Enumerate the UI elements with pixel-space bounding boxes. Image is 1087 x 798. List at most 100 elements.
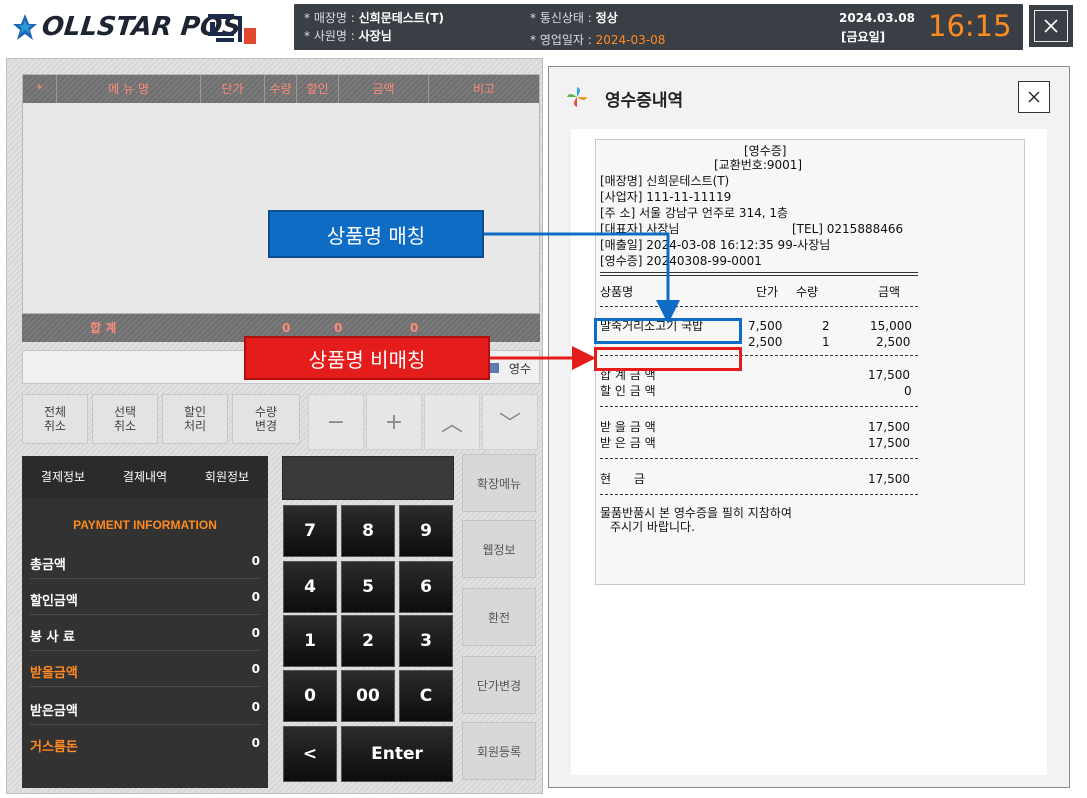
receipt-col-price: 단가 — [756, 285, 779, 299]
cancel-selected-button[interactable]: 선택 취소 — [92, 394, 158, 444]
tab-payment-history[interactable]: 결제내역 — [104, 456, 186, 498]
dialog-title: 영수증내역 — [605, 91, 684, 111]
dialog-close-button[interactable] — [1018, 81, 1050, 113]
matched-name-highlight — [594, 318, 742, 344]
key-9[interactable]: 9 — [399, 505, 453, 557]
payment-row-value: 0 — [251, 662, 260, 676]
payment-row: 봉 사 료 0 — [30, 616, 260, 651]
key-1[interactable]: 1 — [283, 615, 337, 667]
receipt-rule — [600, 458, 918, 459]
checkbox-icon[interactable] — [489, 363, 499, 373]
payment-row-value: 0 — [251, 700, 260, 714]
receipt-item-price: 7,500 — [748, 319, 783, 333]
key-0[interactable]: 0 — [283, 670, 337, 722]
minus-icon: − — [326, 409, 346, 435]
receipt-business-no: [사업자] 111-11-11119 — [600, 190, 732, 204]
payment-row-label: 총금액 — [30, 558, 66, 573]
key-3[interactable]: 3 — [399, 615, 453, 667]
receipt-discount: 0 — [904, 384, 912, 398]
receipt-col-amount: 금액 — [878, 285, 901, 299]
payment-row: 총금액 0 — [30, 544, 260, 579]
business-date: * 영업일자 : 2024-03-08 — [530, 33, 666, 47]
key-00[interactable]: 00 — [341, 670, 395, 722]
key-backspace[interactable]: < — [283, 726, 337, 782]
tab-member-info[interactable]: 회원정보 — [186, 456, 268, 498]
receipt-notice-line-2: 주시기 바랍니다. — [610, 520, 695, 534]
app-close-button[interactable] — [1029, 5, 1073, 47]
key-2[interactable]: 2 — [341, 615, 395, 667]
cancel-all-label: 전체 취소 — [43, 405, 67, 433]
payment-row-value: 0 — [251, 554, 260, 568]
receipt-notice-line-1: 물품반품시 본 영수증을 필히 지참하여 — [600, 506, 792, 520]
receipt-total: 17,500 — [868, 368, 910, 382]
receipt-viewer: [영수증] [교환번호:9001] [매장명] 신희문테스트(T) [사업자] … — [571, 129, 1047, 775]
payment-row-label: 받을금액 — [30, 666, 78, 681]
payment-row-label: 거스름돈 — [30, 740, 78, 755]
col-qty: 수량 — [265, 75, 297, 103]
down-button[interactable]: ﹀ — [482, 394, 538, 450]
brand-badge-icon — [208, 14, 256, 44]
order-table[interactable]: * 메 뉴 명 단가 수량 할인 금액 비고 — [22, 74, 540, 314]
cancel-all-button[interactable]: 전체 취소 — [22, 394, 88, 444]
logo-icon — [13, 14, 37, 40]
key-clear[interactable]: C — [399, 670, 453, 722]
payment-row-label: 할인금액 — [30, 594, 78, 609]
keypad-display — [282, 456, 454, 500]
discount-label: 할인 처리 — [183, 405, 207, 433]
change-price-button[interactable]: 단가변경 — [462, 656, 536, 714]
matched-callout: 상품명 매칭 — [268, 210, 484, 258]
col-note: 비고 — [472, 82, 496, 96]
receipt-rule — [600, 494, 918, 495]
plus-icon: + — [384, 409, 404, 435]
receipt-owner: [대표자] 사장님 — [600, 222, 680, 236]
receipt-address: [주 소] 서울 강남구 언주로 314, 1층 — [600, 206, 789, 220]
payment-row-value: 0 — [251, 736, 260, 750]
receipt-item-qty: 2 — [822, 319, 830, 333]
receipt-to-receive: 17,500 — [868, 420, 910, 434]
key-4[interactable]: 4 — [283, 561, 337, 613]
key-5[interactable]: 5 — [341, 561, 395, 613]
col-marker: * — [23, 75, 57, 103]
payment-info-title: PAYMENT INFORMATION — [73, 518, 217, 532]
up-button[interactable]: ︿ — [424, 394, 480, 450]
comm-status: * 통신상태 : 정상 — [530, 11, 618, 25]
staff-name: * 사원명 : 사장님 — [304, 29, 392, 43]
register-member-button[interactable]: 회원등록 — [462, 722, 536, 780]
key-8[interactable]: 8 — [341, 505, 395, 557]
receipt-to-receive-label: 받 을 금 액 — [600, 420, 656, 434]
payment-row-value: 0 — [251, 626, 260, 640]
header-clock: 16:15 — [928, 9, 1012, 43]
minus-button[interactable]: − — [308, 394, 364, 450]
payment-row-label: 받은금액 — [30, 704, 78, 719]
key-7[interactable]: 7 — [283, 505, 337, 557]
receipt-title: [영수증] — [744, 144, 787, 158]
exchange-button[interactable]: 환전 — [462, 588, 536, 646]
receipt-received: 17,500 — [868, 436, 910, 450]
receipt-rule — [600, 306, 918, 307]
receipt-received-label: 받 은 금 액 — [600, 436, 656, 450]
receipt-tel: [TEL] 0215888466 — [792, 222, 904, 236]
chevron-up-icon: ︿ — [440, 412, 463, 437]
col-amount: 금액 — [339, 75, 429, 103]
payment-row: 받은금액 0 — [30, 690, 260, 725]
receipt-double-rule — [600, 272, 918, 276]
receipt-item-amount: 15,000 — [870, 319, 912, 333]
payment-row: 할인금액 0 — [30, 580, 260, 615]
plus-button[interactable]: + — [366, 394, 422, 450]
receipt-dialog: 영수증내역 [영수증] [교환번호:9001] [매장명] 신희문테스트(T) … — [548, 66, 1070, 788]
change-qty-button[interactable]: 수량 변경 — [232, 394, 300, 444]
payment-row-label: 봉 사 료 — [30, 630, 75, 645]
receipt-item-amount: 2,500 — [876, 335, 911, 349]
discount-button[interactable]: 할인 처리 — [162, 394, 228, 444]
unmatched-name-highlight — [594, 347, 742, 371]
tab-payment-info[interactable]: 결제정보 — [22, 456, 104, 498]
payment-row: 거스름돈 0 — [30, 726, 260, 761]
chevron-down-icon: ﹀ — [498, 412, 521, 437]
header-info-bar: * 매장명 : 신희문테스트(T) * 사원명 : 사장님 * 통신상태 : 정… — [294, 4, 1023, 50]
web-info-button[interactable]: 웹정보 — [462, 520, 536, 578]
pinwheel-icon — [567, 87, 587, 107]
key-enter[interactable]: Enter — [341, 726, 453, 782]
close-icon — [1028, 91, 1040, 103]
key-6[interactable]: 6 — [399, 561, 453, 613]
extended-menu-button[interactable]: 확장메뉴 — [462, 454, 536, 512]
